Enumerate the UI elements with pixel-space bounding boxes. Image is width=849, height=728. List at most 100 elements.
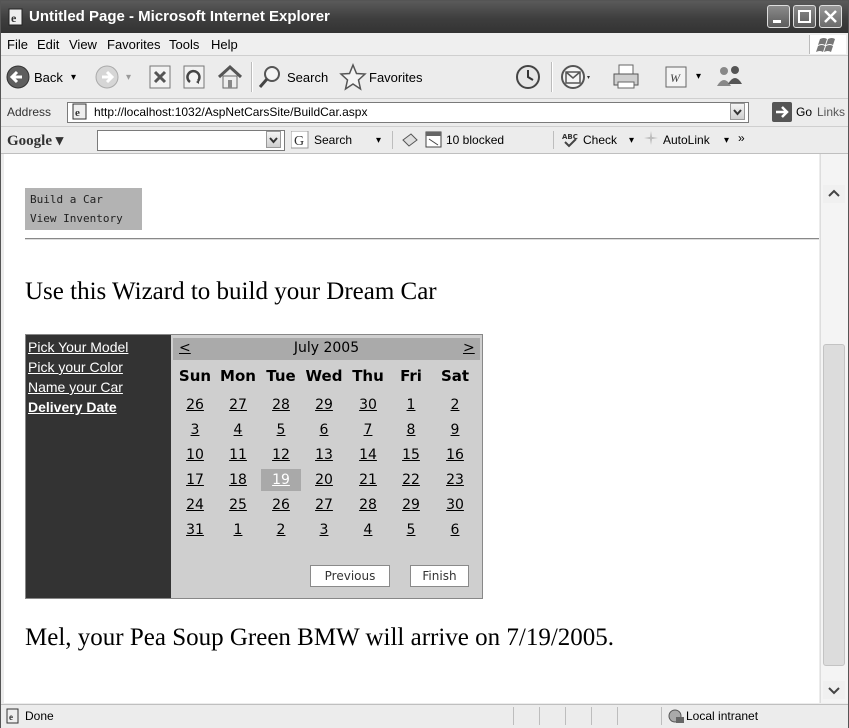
google-input-dropdown[interactable]: [266, 131, 281, 148]
scroll-up-button[interactable]: [823, 185, 845, 203]
calendar-day[interactable]: 15: [391, 444, 431, 466]
menu-view[interactable]: View: [69, 37, 97, 52]
calendar-day[interactable]: 7: [348, 419, 388, 441]
google-search-dropdown-icon[interactable]: ▾: [376, 135, 381, 146]
menu-favorites[interactable]: Favorites: [107, 37, 160, 52]
more-chevron-icon[interactable]: »: [738, 131, 745, 145]
menu-edit[interactable]: Edit: [37, 37, 59, 52]
messenger-icon[interactable]: [713, 62, 747, 92]
google-logo[interactable]: Google ▾: [7, 131, 63, 150]
calendar-day[interactable]: 10: [175, 444, 215, 466]
calendar-day[interactable]: 26: [175, 394, 215, 416]
autolink-dropdown-icon[interactable]: ▾: [724, 135, 729, 146]
autolink-button[interactable]: AutoLink: [663, 133, 710, 147]
calendar-day[interactable]: 5: [261, 419, 301, 441]
address-dropdown-button[interactable]: [730, 103, 745, 120]
calendar-day[interactable]: 4: [218, 419, 258, 441]
home-icon[interactable]: [215, 62, 245, 92]
calendar-day[interactable]: 2: [435, 394, 475, 416]
stop-icon[interactable]: [147, 62, 173, 92]
wizard-step-name-car[interactable]: Name your Car: [28, 379, 123, 395]
autolink-icon[interactable]: [641, 130, 661, 148]
check-dropdown-icon[interactable]: ▾: [629, 135, 634, 146]
calendar-day[interactable]: 25: [218, 494, 258, 516]
calendar-day[interactable]: 6: [304, 419, 344, 441]
edit-word-icon[interactable]: W: [663, 62, 691, 92]
menu-link-view-inventory[interactable]: View Inventory: [30, 212, 123, 225]
calendar-day[interactable]: 21: [348, 469, 388, 491]
back-dropdown-icon[interactable]: ▾: [71, 72, 76, 83]
calendar-day[interactable]: 16: [435, 444, 475, 466]
calendar-day[interactable]: 17: [175, 469, 215, 491]
calendar-day[interactable]: 3: [175, 419, 215, 441]
calendar-day[interactable]: 30: [348, 394, 388, 416]
calendar-day[interactable]: 14: [348, 444, 388, 466]
calendar-day[interactable]: 1: [391, 394, 431, 416]
mail-button[interactable]: [558, 62, 608, 92]
calendar-day[interactable]: 23: [435, 469, 475, 491]
scroll-thumb[interactable]: [823, 344, 845, 666]
popup-blocked-count[interactable]: 10 blocked: [446, 133, 504, 147]
calendar-day[interactable]: 27: [218, 394, 258, 416]
history-icon[interactable]: [513, 62, 543, 92]
calendar-day[interactable]: 6: [435, 519, 475, 541]
spell-check-icon[interactable]: ABC: [561, 131, 579, 149]
wizard-step-pick-color[interactable]: Pick your Color: [28, 359, 123, 375]
calendar-day[interactable]: 30: [435, 494, 475, 516]
calendar-day[interactable]: 2: [261, 519, 301, 541]
print-icon[interactable]: [611, 62, 641, 92]
favorites-button[interactable]: Favorites: [339, 62, 439, 92]
calendar-prev-month-link[interactable]: <: [179, 340, 191, 356]
calendar-day[interactable]: 4: [348, 519, 388, 541]
edit-dropdown-icon[interactable]: ▾: [696, 71, 701, 82]
calendar-day[interactable]: 29: [391, 494, 431, 516]
news-icon[interactable]: [401, 132, 419, 148]
calendar-day[interactable]: 29: [304, 394, 344, 416]
forward-button[interactable]: ▾: [94, 62, 144, 92]
address-input[interactable]: e http://localhost:1032/AspNetCarsSite/B…: [67, 102, 749, 123]
close-button[interactable]: [819, 5, 842, 28]
calendar-day[interactable]: 20: [304, 469, 344, 491]
calendar-day[interactable]: 28: [261, 394, 301, 416]
calendar-day[interactable]: 9: [435, 419, 475, 441]
calendar-day[interactable]: 22: [391, 469, 431, 491]
calendar-day[interactable]: 31: [175, 519, 215, 541]
calendar-next-month-link[interactable]: >: [463, 340, 475, 356]
calendar-day[interactable]: 28: [348, 494, 388, 516]
google-search-button[interactable]: Search: [314, 133, 352, 147]
wizard-step-delivery-date[interactable]: Delivery Date: [28, 399, 117, 415]
calendar-day[interactable]: 12: [261, 444, 301, 466]
calendar-day[interactable]: 13: [304, 444, 344, 466]
calendar-day[interactable]: 11: [218, 444, 258, 466]
popup-blocker-icon[interactable]: [425, 131, 443, 149]
forward-dropdown-icon[interactable]: ▾: [126, 72, 131, 83]
calendar-day[interactable]: 5: [391, 519, 431, 541]
maximize-button[interactable]: [793, 5, 816, 28]
calendar-day[interactable]: 8: [391, 419, 431, 441]
menu-link-build-car[interactable]: Build a Car: [30, 193, 103, 206]
wizard-step-pick-model[interactable]: Pick Your Model: [28, 339, 128, 355]
refresh-icon[interactable]: [181, 62, 207, 92]
vertical-scrollbar[interactable]: [820, 154, 848, 703]
minimize-button[interactable]: [767, 5, 790, 28]
google-g-icon[interactable]: G: [291, 131, 309, 149]
back-button[interactable]: Back ▾: [5, 62, 89, 92]
scroll-down-button[interactable]: [823, 681, 845, 699]
google-search-input[interactable]: [97, 130, 285, 151]
links-label[interactable]: Links: [817, 105, 845, 119]
menu-file[interactable]: File: [7, 37, 28, 52]
go-label[interactable]: Go: [796, 105, 812, 119]
calendar-day[interactable]: 27: [304, 494, 344, 516]
calendar-day[interactable]: 26: [261, 494, 301, 516]
calendar-day[interactable]: 18: [218, 469, 258, 491]
finish-button[interactable]: Finish: [410, 565, 469, 587]
calendar-day[interactable]: 19: [261, 469, 301, 491]
check-button[interactable]: Check: [583, 133, 617, 147]
go-button[interactable]: [772, 102, 792, 122]
menu-tools[interactable]: Tools: [169, 37, 199, 52]
calendar-day[interactable]: 1: [218, 519, 258, 541]
calendar-day[interactable]: 3: [304, 519, 344, 541]
menu-help[interactable]: Help: [211, 37, 238, 52]
search-button[interactable]: Search: [257, 62, 337, 92]
previous-button[interactable]: Previous: [310, 565, 390, 587]
